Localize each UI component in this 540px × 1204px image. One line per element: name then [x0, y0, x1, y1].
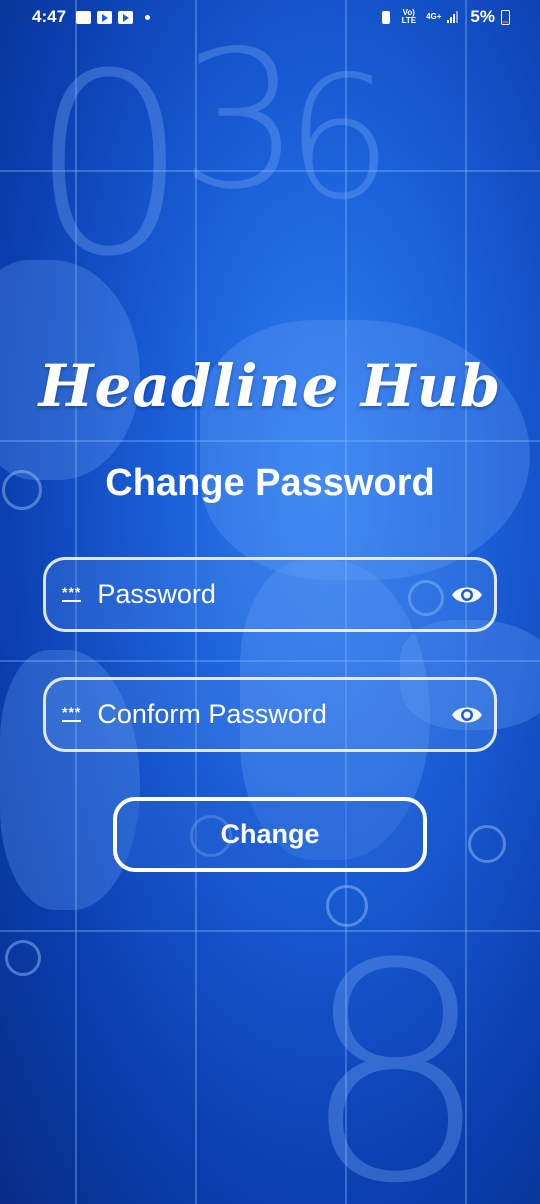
confirm-password-field[interactable]: ***	[43, 677, 497, 752]
password-icon: ***	[62, 704, 82, 722]
status-time: 4:47	[32, 7, 67, 26]
more-notifications-icon	[145, 14, 151, 20]
battery-icon	[501, 9, 510, 25]
status-bar: 4:47 Vo) LTE 4G+ 5%	[0, 0, 540, 34]
youtube-notification-icon	[97, 10, 113, 24]
signal-icon	[447, 11, 459, 23]
page-title: Change Password	[105, 462, 435, 504]
change-button[interactable]: Change	[113, 797, 427, 872]
confirm-password-input[interactable]	[97, 699, 452, 730]
password-input[interactable]	[97, 579, 452, 610]
battery-saver-icon	[381, 10, 390, 24]
volte-indicator: Vo) LTE	[401, 8, 417, 25]
password-field[interactable]: ***	[43, 557, 497, 632]
password-icon: ***	[62, 584, 82, 602]
eye-icon[interactable]	[451, 698, 483, 732]
battery-percent: 5%	[470, 7, 495, 26]
eye-icon[interactable]	[451, 578, 483, 612]
app-logo-title: Headline Hub	[38, 352, 502, 420]
youtube-notification-icon	[118, 10, 134, 24]
gallery-notification-icon	[76, 10, 92, 24]
network-type-indicator: 4G+	[426, 12, 442, 21]
